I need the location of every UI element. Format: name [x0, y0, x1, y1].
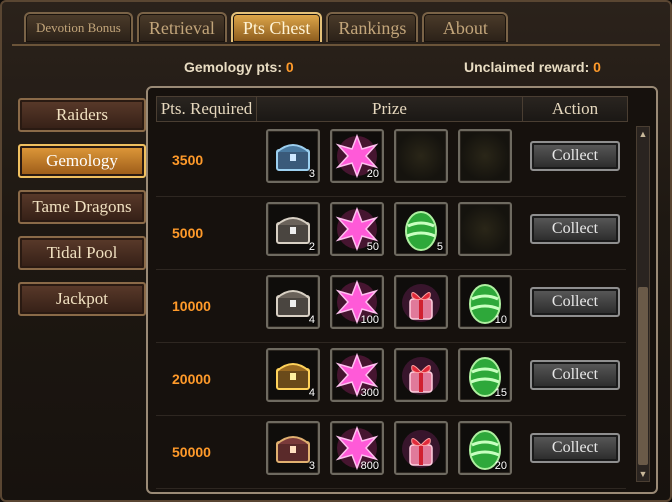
sidebar-item-gemology[interactable]: Gemology: [18, 144, 146, 178]
prize-slot[interactable]: 10: [458, 275, 512, 329]
prize-quantity: 4: [308, 314, 315, 326]
unclaimed-reward-value: 0: [593, 59, 601, 75]
sidebar: Raiders Gemology Tame Dragons Tidal Pool…: [18, 98, 146, 328]
prize-slot[interactable]: 5: [394, 202, 448, 256]
prize-quantity: 20: [494, 460, 507, 472]
prize-quantity: 100: [360, 314, 379, 326]
header-pts-required: Pts. Required: [157, 97, 257, 121]
gemology-pts-label: Gemology pts:: [184, 59, 283, 75]
prize-slot[interactable]: 4: [266, 348, 320, 402]
prize-slot[interactable]: 800: [330, 421, 384, 475]
table-row: 3500 3 20 Collect: [156, 124, 626, 197]
pts-chest-panel: Pts. Required Prize Action 3500 3 20 Collec…: [146, 86, 658, 494]
pts-required-value: 50000: [172, 444, 211, 460]
table-header: Pts. Required Prize Action: [156, 96, 628, 122]
pts-required-value: 3500: [172, 152, 204, 168]
prize-quantity: 10: [494, 314, 507, 326]
gemology-pts-value: 0: [285, 59, 294, 75]
prize-quantity: 4: [308, 387, 315, 399]
collect-button[interactable]: Collect: [530, 214, 620, 244]
prize-slot[interactable]: 4: [266, 275, 320, 329]
prize-quantity: 20: [366, 168, 379, 180]
scroll-down-icon[interactable]: ▼: [638, 469, 648, 479]
tab-bar: Devotion Bonus Retrieval Pts Chest Ranki…: [24, 12, 509, 44]
gift-box-icon: [396, 277, 446, 327]
empty-prize-slot: [458, 129, 512, 183]
collect-button[interactable]: Collect: [530, 287, 620, 317]
prize-slot[interactable]: 15: [458, 348, 512, 402]
sidebar-item-raiders[interactable]: Raiders: [18, 98, 146, 132]
prize-quantity: 800: [360, 460, 379, 472]
sidebar-item-tidal-pool[interactable]: Tidal Pool: [18, 236, 146, 270]
reward-list: 3500 3 20 Collect 5000 2 50 5 Collect 10000 4 100 10…: [156, 124, 626, 489]
pts-required-value: 10000: [172, 298, 211, 314]
tab-rankings[interactable]: Rankings: [326, 12, 419, 42]
prize-slot[interactable]: 2: [266, 202, 320, 256]
tab-pts-chest[interactable]: Pts Chest: [230, 12, 323, 42]
scroll-thumb[interactable]: [638, 287, 648, 465]
event-window: Devotion Bonus Retrieval Pts Chest Ranki…: [0, 0, 672, 502]
prize-quantity: 2: [308, 241, 315, 253]
tab-retrieval[interactable]: Retrieval: [136, 12, 227, 42]
unclaimed-reward-label: Unclaimed reward:: [464, 59, 590, 75]
empty-prize-slot: [394, 129, 448, 183]
gemology-pts: Gemology pts: 0: [184, 59, 294, 75]
prize-quantity: 3: [308, 460, 315, 472]
collect-button[interactable]: Collect: [530, 433, 620, 463]
table-row: 50000 3 800 20 Collect: [156, 416, 626, 489]
tab-divider: [12, 44, 660, 46]
prize-slot[interactable]: 50: [330, 202, 384, 256]
prize-quantity: 5: [436, 241, 443, 253]
sidebar-item-jackpot[interactable]: Jackpot: [18, 282, 146, 316]
prize-slot[interactable]: [394, 421, 448, 475]
pts-required-value: 20000: [172, 371, 211, 387]
sidebar-item-tame-dragons[interactable]: Tame Dragons: [18, 190, 146, 224]
prize-quantity: 3: [308, 168, 315, 180]
prize-slot[interactable]: 3: [266, 421, 320, 475]
prize-quantity: 15: [494, 387, 507, 399]
empty-prize-slot: [458, 202, 512, 256]
gift-box-icon: [396, 423, 446, 473]
prize-slot[interactable]: 3: [266, 129, 320, 183]
collect-button[interactable]: Collect: [530, 141, 620, 171]
prize-slot[interactable]: 300: [330, 348, 384, 402]
table-row: 20000 4 300 15 Collect: [156, 343, 626, 416]
collect-button[interactable]: Collect: [530, 360, 620, 390]
pts-required-value: 5000: [172, 225, 204, 241]
header-action: Action: [551, 99, 599, 118]
prize-slot[interactable]: [394, 275, 448, 329]
tab-about[interactable]: About: [422, 12, 509, 42]
table-row: 10000 4 100 10 Collect: [156, 270, 626, 343]
prize-slot[interactable]: 20: [458, 421, 512, 475]
prize-quantity: 300: [360, 387, 379, 399]
unclaimed-reward: Unclaimed reward: 0: [464, 59, 601, 75]
scroll-up-icon[interactable]: ▲: [638, 129, 648, 139]
prize-slot[interactable]: [394, 348, 448, 402]
gift-box-icon: [396, 350, 446, 400]
scrollbar[interactable]: ▲ ▼: [636, 126, 650, 482]
prize-quantity: 50: [366, 241, 379, 253]
prize-slot[interactable]: 100: [330, 275, 384, 329]
table-row: 5000 2 50 5 Collect: [156, 197, 626, 270]
tab-devotion-bonus[interactable]: Devotion Bonus: [24, 12, 133, 42]
header-prize: Prize: [257, 97, 523, 121]
prize-slot[interactable]: 20: [330, 129, 384, 183]
